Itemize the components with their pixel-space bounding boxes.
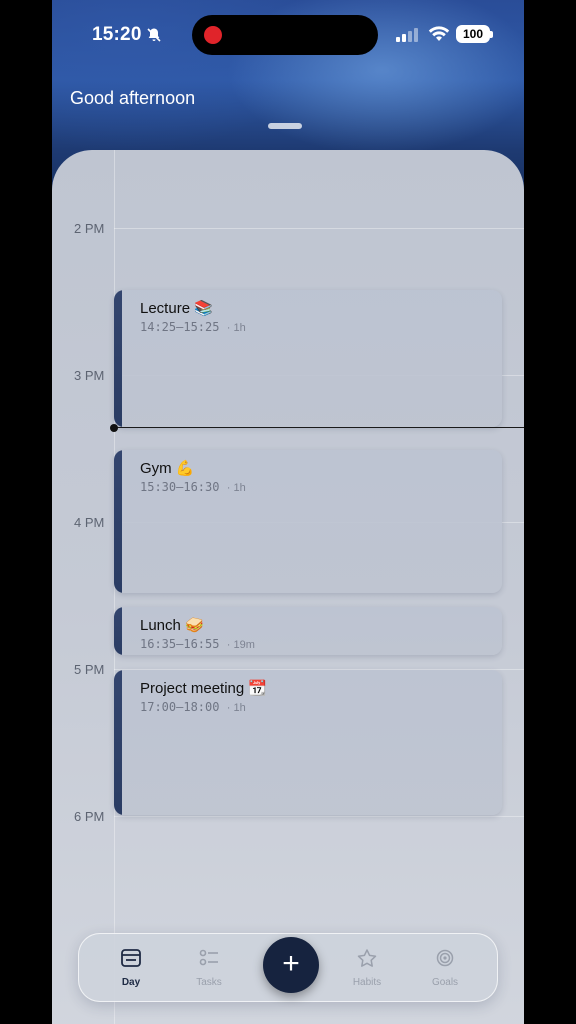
star-icon — [357, 949, 377, 967]
event-time-range: 16:35–16:55 — [140, 637, 220, 651]
add-event-button[interactable]: + — [263, 937, 319, 993]
sheet-grabber[interactable] — [268, 123, 302, 129]
hour-label: 4 PM — [74, 515, 105, 530]
event-duration: 1h — [233, 702, 246, 714]
tab-goals[interactable]: Goals — [415, 948, 475, 988]
phone-screen: 15:20 100 Good afternoon 2 PM 3 PM 4 PM … — [52, 0, 524, 1024]
hour-line — [114, 816, 524, 817]
calendar-day-icon — [121, 949, 141, 967]
hour-line — [114, 228, 524, 229]
hour-label: 6 PM — [74, 809, 105, 824]
event-title: Lecture 📚 — [140, 300, 213, 317]
event-color-bar — [114, 450, 122, 593]
event-card-lunch[interactable]: Lunch 🥪 16:35–16:55 · 19m — [114, 607, 502, 655]
event-meta: 14:25–15:25 · 1h — [140, 320, 246, 334]
hour-label: 5 PM — [74, 662, 105, 677]
event-meta: 15:30–16:30 · 1h — [140, 480, 246, 494]
tab-day[interactable]: Day — [101, 948, 161, 988]
silent-bell-icon — [147, 28, 161, 42]
status-bar: 15:20 100 — [52, 0, 524, 70]
hour-label: 3 PM — [74, 368, 105, 383]
tab-tasks[interactable]: Tasks — [179, 948, 239, 988]
status-time: 15:20 — [92, 24, 142, 45]
event-title: Project meeting 📆 — [140, 680, 268, 697]
tab-label: Day — [121, 977, 141, 988]
event-meta: 17:00–18:00 · 1h — [140, 700, 246, 714]
event-time-range: 17:00–18:00 — [140, 700, 220, 714]
event-title: Gym 💪 — [140, 460, 195, 477]
event-color-bar — [114, 670, 122, 815]
current-time-dot — [110, 424, 118, 432]
tab-habits[interactable]: Habits — [337, 948, 397, 988]
event-duration: 19m — [233, 639, 255, 651]
event-card-project-meeting[interactable]: Project meeting 📆 17:00–18:00 · 1h — [114, 670, 502, 815]
event-meta: 16:35–16:55 · 19m — [140, 637, 255, 651]
battery-indicator: 100 — [456, 25, 493, 43]
current-time-line — [114, 427, 524, 428]
bottom-tab-bar: Day Tasks + Habits Goals — [78, 933, 498, 1002]
event-duration: 1h — [233, 322, 246, 334]
event-card-lecture[interactable]: Lecture 📚 14:25–15:25 · 1h — [114, 290, 502, 427]
dynamic-island[interactable] — [192, 15, 378, 55]
event-time-range: 15:30–16:30 — [140, 480, 220, 494]
tab-label: Habits — [352, 977, 382, 988]
event-color-bar — [114, 290, 122, 427]
tab-label: Tasks — [196, 977, 222, 988]
checklist-icon — [199, 949, 218, 966]
event-title: Lunch 🥪 — [140, 617, 204, 634]
hour-label: 2 PM — [74, 221, 105, 236]
event-color-bar — [114, 607, 122, 655]
recording-indicator-icon — [204, 26, 222, 44]
event-card-gym[interactable]: Gym 💪 15:30–16:30 · 1h — [114, 450, 502, 593]
event-time-range: 14:25–15:25 — [140, 320, 220, 334]
target-icon — [436, 949, 454, 967]
greeting-title: Good afternoon — [70, 88, 196, 108]
tab-label: Goals — [431, 977, 459, 988]
wifi-icon — [428, 26, 450, 41]
event-duration: 1h — [233, 482, 246, 494]
cellular-signal-icon — [396, 28, 418, 42]
